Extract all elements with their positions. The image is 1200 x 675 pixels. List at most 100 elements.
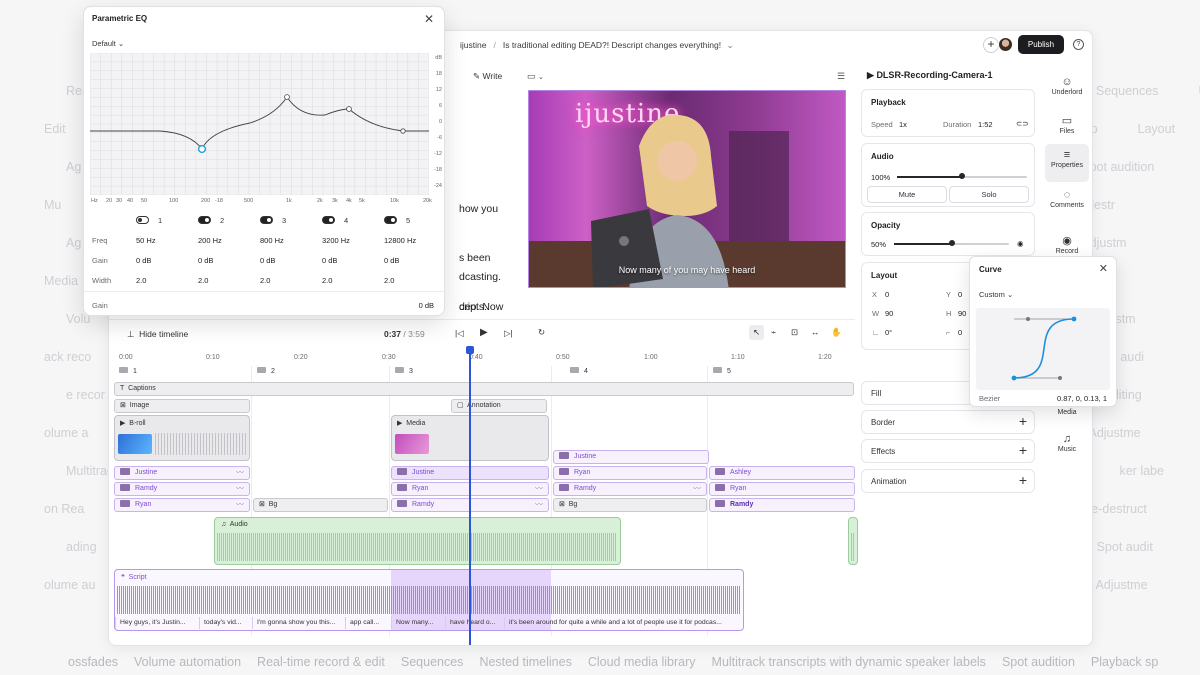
band-width-value[interactable]: 2.0: [136, 276, 146, 285]
toggle-switch[interactable]: [384, 216, 397, 224]
band-gain-value[interactable]: 0 dB: [260, 256, 275, 265]
script-word-segment[interactable]: app call...: [345, 617, 379, 629]
audio-clip[interactable]: ♫ Audio: [214, 517, 621, 565]
eq-curve-graph[interactable]: [90, 53, 429, 195]
project-name[interactable]: ijustine: [460, 40, 486, 50]
speaker-clip-ryan[interactable]: Ryan: [553, 466, 707, 480]
toggle-switch[interactable]: [322, 216, 335, 224]
band-gain-value[interactable]: 0 dB: [136, 256, 151, 265]
audio-clip-end[interactable]: [848, 517, 858, 565]
band-freq-value[interactable]: 200 Hz: [198, 236, 222, 245]
preset-dropdown[interactable]: Default ⌄: [92, 39, 124, 48]
speaker-clip-justine[interactable]: Justine 〰: [114, 466, 250, 480]
script-text-line[interactable]: how you: [459, 203, 498, 215]
scene-marker[interactable]: 4: [570, 367, 588, 378]
band-gain-value[interactable]: 0 dB: [384, 256, 399, 265]
band-freq-value[interactable]: 50 Hz: [136, 236, 156, 245]
add-animation-button[interactable]: +: [1019, 472, 1027, 488]
play-icon[interactable]: ▶: [480, 327, 488, 338]
curve-preset-dropdown[interactable]: Custom ⌄: [979, 290, 1013, 299]
time-ruler[interactable]: 0:00 0:10 0:20 0:30 0:40 0:50 1:00 1:10 1:20: [109, 354, 855, 366]
video-preview[interactable]: ijustine Now many of you may have heard: [528, 90, 846, 288]
opacity-slider[interactable]: [894, 240, 1009, 246]
volume-slider[interactable]: [897, 173, 1027, 179]
band-toggle[interactable]: 4: [322, 216, 348, 225]
y-input[interactable]: 0: [958, 290, 962, 299]
layers-icon[interactable]: ☰: [837, 71, 845, 82]
script-text-line[interactable]: dcasting.: [459, 271, 501, 283]
script-track[interactable]: ❝ Script Hey guys, it's Justin... today's…: [114, 569, 744, 631]
band-toggle[interactable]: 3: [260, 216, 286, 225]
captions-track[interactable]: T Captions: [114, 382, 854, 396]
height-input[interactable]: 90: [958, 309, 966, 318]
help-icon[interactable]: ?: [1073, 39, 1084, 50]
effects-row[interactable]: Effects +: [861, 439, 1035, 463]
close-icon[interactable]: ✕: [1099, 262, 1108, 275]
script-word-segment[interactable]: it's been around for quite a while and a…: [504, 617, 722, 629]
corner-radius-input[interactable]: 0: [958, 328, 962, 337]
bg-clip[interactable]: ⊠ Bg: [253, 498, 388, 512]
bg-clip[interactable]: ⊠ Bg: [553, 498, 707, 512]
band-freq-value[interactable]: 800 Hz: [260, 236, 284, 245]
composition-title[interactable]: Is traditional editing DEAD?! Descript c…: [503, 40, 721, 50]
band-gain-value[interactable]: 0 dB: [322, 256, 337, 265]
annotation-clip[interactable]: ▢ Annotation: [451, 399, 547, 413]
add-effect-button[interactable]: +: [1019, 442, 1027, 458]
script-text-line[interactable]: s been: [459, 252, 491, 264]
publish-button[interactable]: Publish: [1018, 35, 1064, 54]
close-icon[interactable]: ✕: [424, 12, 434, 26]
width-input[interactable]: 90: [885, 309, 893, 318]
band-toggle[interactable]: 5: [384, 216, 410, 225]
blade-tool-icon[interactable]: ⌁: [771, 327, 776, 338]
image-clip[interactable]: ⊠ Image: [114, 399, 250, 413]
scene-marker[interactable]: 5: [713, 367, 731, 378]
script-word-segment[interactable]: Hey guys, it's Justin...: [115, 617, 186, 629]
rotation-input[interactable]: 0°: [885, 328, 892, 337]
x-input[interactable]: 0: [885, 290, 889, 299]
speaker-clip-ashley[interactable]: Ashley: [709, 466, 855, 480]
hand-tool-icon[interactable]: ✋: [831, 327, 842, 338]
speaker-clip-ramdy[interactable]: Ramdy: [709, 498, 855, 512]
band-gain-value[interactable]: 0 dB: [198, 256, 213, 265]
eye-icon[interactable]: ◉: [1017, 239, 1024, 248]
solo-button[interactable]: Solo: [949, 186, 1029, 203]
master-gain-value[interactable]: 0 dB: [419, 301, 434, 310]
band-freq-value[interactable]: 3200 Hz: [322, 236, 350, 245]
duration-value[interactable]: 1:52: [978, 120, 993, 129]
avatar[interactable]: [998, 37, 1013, 52]
band-toggle[interactable]: 1: [136, 216, 162, 225]
speaker-clip-ramdy[interactable]: Ramdy 〰: [114, 482, 250, 496]
band-freq-value[interactable]: 12800 Hz: [384, 236, 416, 245]
script-text-line[interactable]: deo. Now: [459, 301, 503, 313]
skip-back-icon[interactable]: |◁: [455, 328, 464, 339]
script-word-segment[interactable]: Now many...: [391, 617, 433, 629]
bezier-values[interactable]: 0.87, 0, 0.13, 1: [1057, 394, 1107, 403]
skip-forward-icon[interactable]: ▷|: [504, 328, 513, 339]
rail-comments[interactable]: ◌ Comments: [1045, 184, 1089, 222]
band-width-value[interactable]: 2.0: [260, 276, 270, 285]
mute-button[interactable]: Mute: [867, 186, 947, 203]
band-width-value[interactable]: 2.0: [322, 276, 332, 285]
broll-clip[interactable]: ▶ B-roll: [114, 415, 250, 461]
link-icon[interactable]: ⊂⊃: [1016, 119, 1029, 128]
speed-value[interactable]: 1x: [899, 120, 907, 129]
script-word-segment[interactable]: today's vid...: [199, 617, 242, 629]
toggle-switch[interactable]: [136, 216, 149, 224]
scene-marker[interactable]: 3: [395, 367, 413, 378]
toggle-switch[interactable]: [260, 216, 273, 224]
speaker-clip-ryan[interactable]: Ryan 〰: [114, 498, 250, 512]
scene-marker[interactable]: 2: [257, 367, 275, 378]
toggle-switch[interactable]: [198, 216, 211, 224]
crop-tool-icon[interactable]: ⊡: [791, 327, 798, 338]
write-button[interactable]: ✎ Write: [473, 71, 502, 82]
ripple-tool-icon[interactable]: ↔: [811, 327, 820, 337]
chevron-down-icon[interactable]: ⌄: [538, 74, 544, 81]
band-width-value[interactable]: 2.0: [384, 276, 394, 285]
aspect-ratio-icon[interactable]: ▭: [527, 71, 536, 81]
speaker-clip-ryan[interactable]: Ryan: [709, 482, 855, 496]
invite-button[interactable]: +: [983, 37, 999, 53]
animation-row[interactable]: Animation +: [861, 469, 1035, 493]
chevron-down-icon[interactable]: ⌄: [727, 40, 734, 50]
band-toggle[interactable]: 2: [198, 216, 224, 225]
add-border-button[interactable]: +: [1019, 413, 1027, 429]
